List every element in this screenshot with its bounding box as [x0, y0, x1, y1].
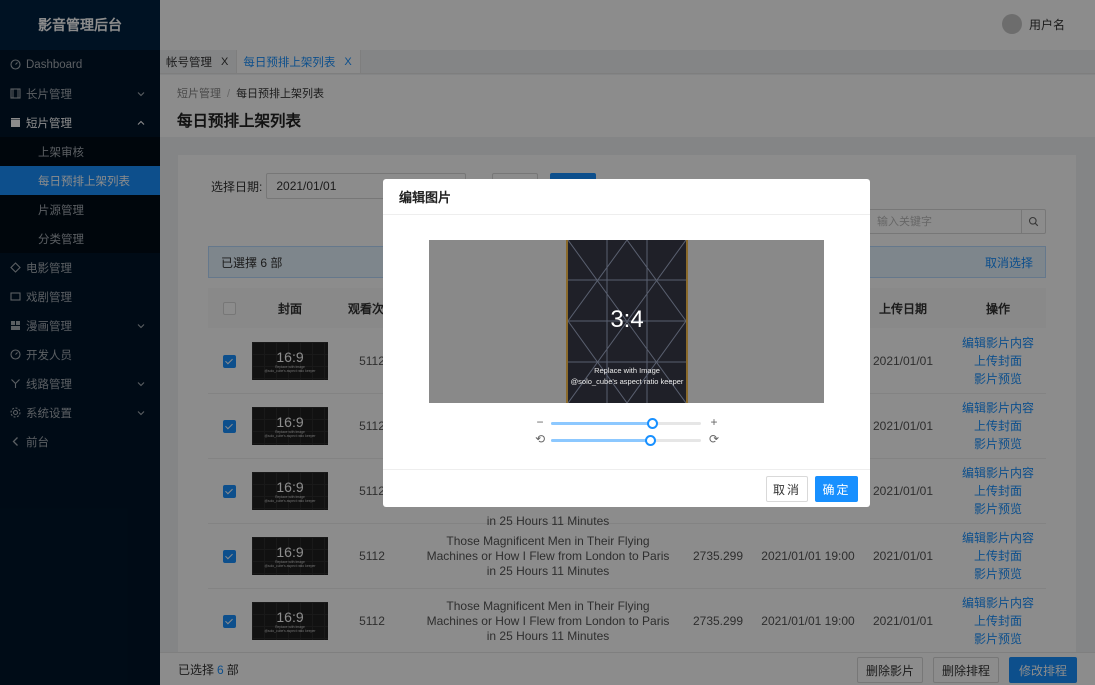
zoom-handle[interactable]	[646, 418, 658, 429]
edit-image-dialog: 编辑图片 3:4 Replace with Image @solo_cube's…	[383, 179, 870, 507]
zoom-track[interactable]	[551, 418, 701, 429]
zoom-in-icon[interactable]: +	[707, 415, 721, 429]
cancel-button[interactable]: 取消	[766, 476, 808, 502]
crop-image[interactable]: 3:4 Replace with Image @solo_cube's aspe…	[566, 240, 688, 403]
rotate-handle[interactable]	[645, 435, 656, 446]
image-caption: Replace with Image	[594, 366, 660, 375]
dialog-footer: 取消 确定	[383, 469, 870, 507]
confirm-button[interactable]: 确定	[815, 476, 858, 502]
rotate-right-icon[interactable]: ⟳	[707, 432, 721, 446]
image-caption: @solo_cube's aspect ratio keeper	[570, 377, 684, 386]
rotate-fill	[551, 439, 650, 442]
dialog-title: 编辑图片	[383, 179, 870, 215]
zoom-slider: − +	[533, 415, 723, 431]
image-cropper[interactable]: 3:4 Replace with Image @solo_cube's aspe…	[429, 240, 824, 403]
image-ratio-label: 3:4	[610, 306, 644, 333]
rotate-track[interactable]	[551, 435, 701, 446]
zoom-out-icon[interactable]: −	[533, 415, 547, 429]
zoom-fill	[551, 422, 652, 425]
rotate-left-icon[interactable]: ⟲	[533, 432, 547, 446]
rotate-slider: ⟲ ⟳	[533, 432, 723, 448]
